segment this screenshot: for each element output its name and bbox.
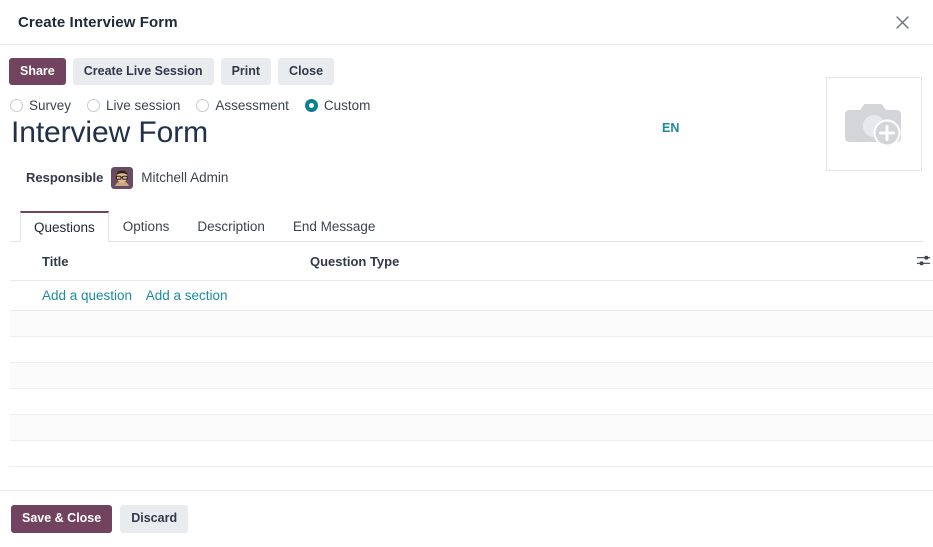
- questions-list-header: Title Question Type: [10, 242, 933, 281]
- radio-indicator-survey: [10, 99, 23, 112]
- add-a-section-link[interactable]: Add a section: [146, 288, 228, 303]
- tab-options[interactable]: Options: [109, 211, 184, 242]
- tab-description[interactable]: Description: [183, 211, 279, 242]
- table-row: [10, 362, 933, 388]
- create-interview-form-dialog: Create Interview Form Share Create Live …: [0, 0, 933, 547]
- table-row: [10, 310, 933, 336]
- add-links-row: Add a question Add a section: [10, 280, 933, 310]
- radio-option-live-session[interactable]: Live session: [87, 98, 180, 113]
- share-button[interactable]: Share: [9, 58, 66, 85]
- tab-questions[interactable]: Questions: [20, 211, 109, 242]
- close-icon: [894, 14, 911, 31]
- form-title-input[interactable]: Interview Form: [10, 113, 923, 150]
- camera-add-icon: [843, 97, 905, 152]
- empty-cell: [10, 336, 933, 362]
- dialog-title: Create Interview Form: [18, 14, 178, 31]
- radio-option-assessment[interactable]: Assessment: [196, 98, 289, 113]
- column-header-optional: [870, 242, 933, 281]
- table-row: [10, 336, 933, 362]
- radio-label-survey: Survey: [29, 98, 71, 113]
- language-badge[interactable]: EN: [662, 121, 679, 135]
- questions-list-body: Add a question Add a section: [10, 280, 933, 466]
- responsible-label: Responsible: [26, 170, 103, 185]
- responsible-field: Responsible Mitchell Admin: [10, 151, 923, 189]
- empty-cell: [10, 362, 933, 388]
- questions-list-table: Title Question Type: [10, 242, 933, 467]
- table-row: [10, 388, 933, 414]
- avatar: [111, 167, 133, 189]
- notebook: Questions Options Description End Messag…: [10, 211, 923, 467]
- radio-indicator-assessment: [196, 99, 209, 112]
- tab-end-message[interactable]: End Message: [279, 211, 390, 242]
- empty-cell: [10, 414, 933, 440]
- survey-type-radio-group: Survey Live session Assessment Custom: [0, 85, 933, 113]
- radio-label-custom: Custom: [324, 98, 371, 113]
- empty-cell: [10, 310, 933, 336]
- notebook-tabs: Questions Options Description End Messag…: [10, 211, 923, 242]
- responsible-name[interactable]: Mitchell Admin: [141, 170, 228, 185]
- radio-option-custom[interactable]: Custom: [305, 98, 371, 113]
- add-a-question-link[interactable]: Add a question: [42, 288, 132, 303]
- add-links-cell: Add a question Add a section: [10, 280, 933, 310]
- radio-indicator-custom: [305, 99, 318, 112]
- discard-button[interactable]: Discard: [120, 505, 188, 532]
- print-button[interactable]: Print: [221, 58, 271, 85]
- table-row: [10, 414, 933, 440]
- create-live-session-button[interactable]: Create Live Session: [73, 58, 214, 85]
- form-sheet: Interview Form EN Responsible: [0, 113, 933, 466]
- table-row: [10, 440, 933, 466]
- statusbar: Share Create Live Session Print Close: [0, 45, 933, 85]
- radio-label-assessment: Assessment: [215, 98, 289, 113]
- column-header-question-type: Question Type: [310, 242, 870, 281]
- save-and-close-button[interactable]: Save & Close: [11, 505, 112, 532]
- radio-label-live-session: Live session: [106, 98, 180, 113]
- empty-cell: [10, 440, 933, 466]
- dialog-body: Share Create Live Session Print Close Su…: [0, 45, 933, 490]
- table-header-row: Title Question Type: [10, 242, 933, 281]
- form-image-upload[interactable]: [826, 77, 922, 171]
- close-button[interactable]: Close: [278, 58, 334, 85]
- sliders-icon[interactable]: [916, 253, 931, 271]
- column-header-title: Title: [10, 242, 310, 281]
- dialog-header: Create Interview Form: [0, 0, 933, 45]
- radio-indicator-live-session: [87, 99, 100, 112]
- close-dialog-button[interactable]: [889, 9, 915, 35]
- empty-cell: [10, 388, 933, 414]
- dialog-footer: Save & Close Discard: [0, 490, 933, 547]
- radio-option-survey[interactable]: Survey: [10, 98, 71, 113]
